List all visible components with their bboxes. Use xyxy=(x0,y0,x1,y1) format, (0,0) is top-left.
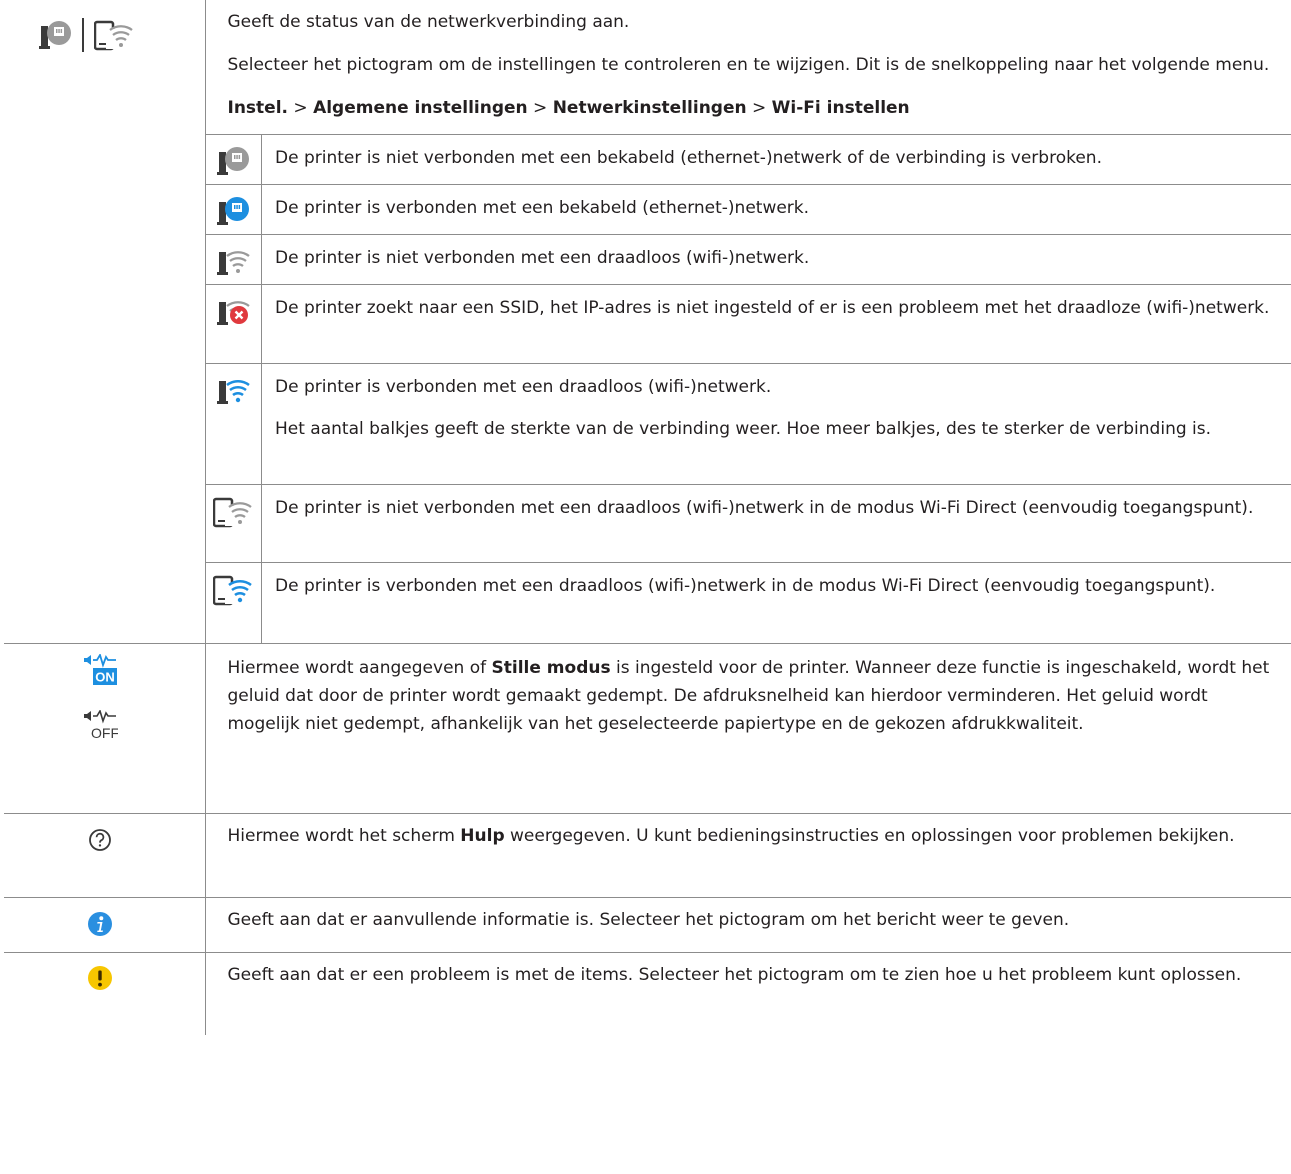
text-span: Hiermee wordt het scherm xyxy=(227,825,461,846)
icon-cell xyxy=(205,484,262,563)
network-status-subtable: De printer is niet verbonden met een bek… xyxy=(205,134,1291,643)
text-span: Hiermee wordt aangegeven of xyxy=(227,657,492,678)
help-icon xyxy=(88,828,112,852)
text-cell: De printer is verbonden met een bekabeld… xyxy=(261,184,1291,235)
wifi-direct-disconnected-icon xyxy=(213,496,253,528)
subtable-row: De printer is niet verbonden met een dra… xyxy=(205,484,1291,563)
icon-reference-table: Geeft de status van de netwerkverbinding… xyxy=(4,0,1291,1035)
network-instruction: Selecteer het pictogram om de instelling… xyxy=(227,55,1270,75)
wifi-connected-text: De printer is verbonden met een draadloo… xyxy=(275,377,772,397)
table-row-help: Hiermee wordt het scherm Hulp weergegeve… xyxy=(4,812,1291,898)
info-icon xyxy=(87,911,113,937)
text-cell: De printer is niet verbonden met een dra… xyxy=(261,234,1291,285)
separator-line xyxy=(82,18,85,52)
icon-cell xyxy=(205,134,262,185)
menu-path-item: Wi-Fi instellen xyxy=(771,98,910,118)
menu-path: Instel. > Algemene instellingen > Netwer… xyxy=(228,94,1282,122)
text-cell: De printer is verbonden met een draadloo… xyxy=(261,363,1291,485)
menu-path-separator: > xyxy=(752,98,767,118)
ethernet-connected-icon xyxy=(216,196,250,226)
text-cell: De printer is verbonden met een draadloo… xyxy=(261,562,1291,643)
description-cell: Geeft aan dat er een probleem is met de … xyxy=(204,951,1291,1035)
ethernet-disconnected-icon xyxy=(38,20,72,50)
subtable-row: De printer is verbonden met een bekabeld… xyxy=(205,184,1291,235)
wifi-direct-disconnected-icon xyxy=(94,19,134,51)
table-row-quiet-mode: ON OFF Hiermee wordt aangegeven of Still… xyxy=(4,642,1291,814)
signal-strength-note: Het aantal balkjes geeft de sterkte van … xyxy=(275,419,1212,439)
quiet-mode-description: Hiermee wordt aangegeven of Stille modus… xyxy=(228,654,1282,738)
icon-cell xyxy=(205,562,262,643)
text-cell: De printer zoekt naar een SSID, het IP-a… xyxy=(261,284,1291,364)
description-cell: Geeft de status van de netwerkverbinding… xyxy=(204,0,1291,644)
text-span: weergegeven. U kunt bedieningsinstructie… xyxy=(504,825,1235,846)
menu-path-separator: > xyxy=(293,98,308,118)
network-description: Geeft de status van de netwerkverbinding… xyxy=(227,12,630,32)
menu-path-item: Instel. xyxy=(227,98,289,118)
description-cell: Hiermee wordt het scherm Hulp weergegeve… xyxy=(204,812,1291,898)
icon-cell xyxy=(205,363,262,485)
text-cell: De printer is niet verbonden met een bek… xyxy=(261,134,1291,185)
quiet-mode-term: Stille modus xyxy=(491,657,611,678)
icon-cell: ON OFF xyxy=(4,642,206,814)
quiet-mode-on-icon: ON xyxy=(82,653,118,686)
ethernet-disconnected-icon xyxy=(216,146,250,176)
wifi-connected-icon xyxy=(216,375,251,405)
icon-cell xyxy=(4,951,206,1035)
icon-cell xyxy=(205,184,262,235)
icon-cell xyxy=(4,896,206,953)
info-description: Geeft aan dat er aanvullende informatie … xyxy=(227,909,1070,930)
wifi-disconnected-icon xyxy=(216,246,250,276)
icon-cell xyxy=(205,234,262,285)
menu-path-item: Algemene instellingen xyxy=(313,98,528,118)
menu-path-item: Netwerkinstellingen xyxy=(552,98,747,118)
quiet-mode-on-label: ON xyxy=(96,669,116,684)
table-row-info: Geeft aan dat er aanvullende informatie … xyxy=(4,896,1291,953)
table-row-network: Geeft de status van de netwerkverbinding… xyxy=(4,0,1291,644)
table-row-warning: Geeft aan dat er een probleem is met de … xyxy=(4,951,1291,1035)
subtable-row: De printer is niet verbonden met een dra… xyxy=(205,234,1291,285)
description-cell: Hiermee wordt aangegeven of Stille modus… xyxy=(204,642,1291,814)
help-term: Hulp xyxy=(460,825,505,846)
quiet-mode-off-icon: OFF xyxy=(82,709,118,742)
menu-path-separator: > xyxy=(533,98,548,118)
icon-cell xyxy=(205,284,262,364)
quiet-mode-off-label: OFF xyxy=(91,725,118,741)
warning-icon xyxy=(87,965,113,991)
subtable-row: De printer is niet verbonden met een bek… xyxy=(205,134,1291,185)
wifi-error-icon xyxy=(216,296,250,326)
description-cell: Geeft aan dat er aanvullende informatie … xyxy=(204,896,1291,953)
icon-cell xyxy=(4,0,206,644)
icon-cell xyxy=(4,812,206,898)
text-cell: De printer is niet verbonden met een dra… xyxy=(261,484,1291,563)
subtable-row: De printer is verbonden met een draadloo… xyxy=(205,562,1291,643)
subtable-row: De printer is verbonden met een draadloo… xyxy=(205,363,1291,485)
wifi-direct-connected-icon xyxy=(213,574,253,606)
subtable-row: De printer zoekt naar een SSID, het IP-a… xyxy=(205,284,1291,364)
help-description: Hiermee wordt het scherm Hulp weergegeve… xyxy=(228,822,1282,850)
warning-description: Geeft aan dat er een probleem is met de … xyxy=(227,964,1242,985)
